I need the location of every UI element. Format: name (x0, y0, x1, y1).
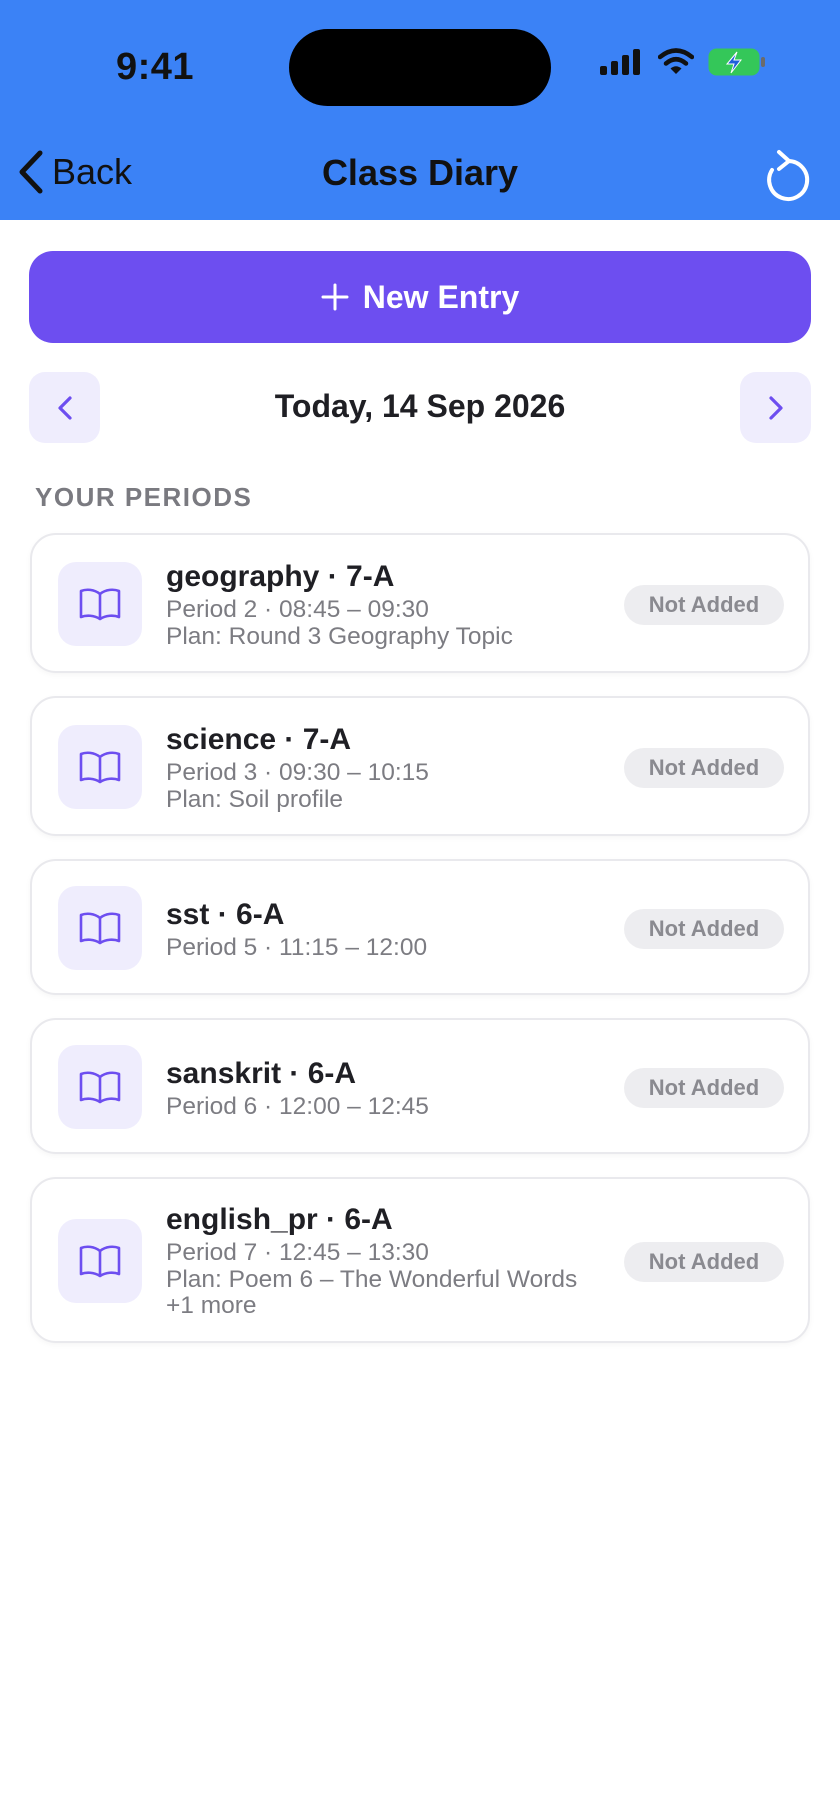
refresh-button[interactable] (764, 148, 812, 204)
period-title: sst · 6-A (166, 898, 285, 931)
period-icon-container (58, 1219, 142, 1303)
plus-icon (321, 283, 349, 311)
status-badge: Not Added (624, 748, 784, 788)
period-time: Period 2 · 08:45 – 09:30 (166, 596, 429, 623)
status-indicators (600, 48, 766, 76)
status-badge: Not Added (624, 585, 784, 625)
period-title: english_pr · 6-A (166, 1203, 393, 1236)
status-badge: Not Added (624, 1068, 784, 1108)
period-time: Period 3 · 09:30 – 10:15 (166, 759, 429, 786)
section-heading: YOUR PERIODS (35, 482, 253, 512)
period-card-geography[interactable]: geography · 7-A Period 2 · 08:45 – 09:30… (30, 533, 810, 673)
period-card-science[interactable]: science · 7-A Period 3 · 09:30 – 10:15 P… (30, 696, 810, 836)
current-date: Today, 14 Sep 2026 (274, 388, 566, 424)
book-open-icon (79, 588, 121, 621)
period-card-english-pr[interactable]: english_pr · 6-A Period 7 · 12:45 – 13:3… (30, 1177, 810, 1343)
period-details: science · 7-A Period 3 · 09:30 – 10:15 P… (166, 722, 588, 813)
status-badge: Not Added (624, 909, 784, 949)
wifi-icon (658, 48, 694, 74)
book-open-icon (79, 912, 121, 945)
period-time: Period 5 · 11:15 – 12:00 (166, 934, 428, 961)
book-open-icon (79, 1071, 121, 1104)
period-details: english_pr · 6-A Period 7 · 12:45 – 13:3… (166, 1202, 588, 1319)
dynamic-island (289, 29, 551, 106)
status-badge: Not Added (624, 1242, 784, 1282)
period-icon-container (58, 1045, 142, 1129)
period-icon-container (58, 886, 142, 970)
chevron-right-icon (768, 395, 783, 420)
period-details: sanskrit · 6-A Period 6 · 12:00 – 12:45 (166, 1056, 588, 1121)
book-open-icon (79, 751, 121, 784)
period-plan: Plan: Round 3 Geography Topic (166, 623, 513, 650)
next-day-button[interactable] (740, 372, 811, 443)
page-title: Class Diary (321, 152, 519, 193)
period-title: geography · 7-A (166, 560, 395, 593)
battery-charging-icon (708, 48, 765, 76)
period-plan: Plan: Poem 6 – The Wonderful Words +1 mo… (166, 1266, 578, 1319)
book-open-icon (79, 1245, 121, 1278)
new-entry-label: New Entry (362, 278, 520, 315)
period-time: Period 7 · 12:45 – 13:30 (166, 1239, 429, 1266)
period-icon-container (58, 725, 142, 809)
status-time: 9:41 (116, 46, 195, 88)
period-icon-container (58, 562, 142, 646)
period-details: geography · 7-A Period 2 · 08:45 – 09:30… (166, 559, 588, 650)
period-card-sanskrit[interactable]: sanskrit · 6-A Period 6 · 12:00 – 12:45 … (30, 1018, 810, 1154)
period-time: Period 6 · 12:00 – 12:45 (166, 1093, 429, 1120)
period-card-sst[interactable]: sst · 6-A Period 5 · 11:15 – 12:00 Not A… (30, 859, 810, 995)
new-entry-button[interactable]: New Entry (29, 251, 811, 343)
refresh-icon (767, 150, 810, 201)
cellular-signal-icon (600, 49, 640, 75)
period-title: science · 7-A (166, 723, 352, 756)
period-plan: Plan: Soil profile (166, 786, 344, 813)
period-title: sanskrit · 6-A (166, 1057, 357, 1090)
period-details: sst · 6-A Period 5 · 11:15 – 12:00 (166, 897, 588, 962)
